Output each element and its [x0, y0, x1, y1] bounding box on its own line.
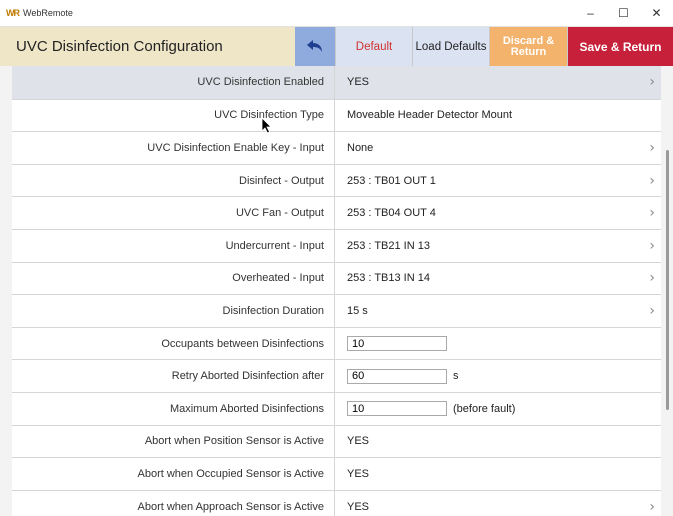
- setting-value-cell: YES: [335, 501, 661, 513]
- setting-value: YES: [347, 435, 370, 448]
- settings-list: UVC Disinfection Enabled YES › UVC Disinfec…: [0, 66, 673, 516]
- window-controls: – ☐ ✕: [574, 0, 673, 26]
- setting-input[interactable]: [347, 368, 447, 384]
- page-header: UVC Disinfection Configuration Default L…: [0, 27, 673, 66]
- settings-row: UVC Disinfection Type Moveable Header Det…: [12, 98, 661, 132]
- settings-row[interactable]: Disinfection Duration 15 s ›: [12, 294, 661, 327]
- settings-row: Maximum Aborted Disinfections (before fau…: [12, 392, 661, 425]
- setting-label: UVC Disinfection Enabled: [197, 76, 324, 89]
- setting-value-cell: YES: [335, 468, 661, 480]
- app-logo: WR: [6, 8, 20, 18]
- setting-value-cell: 253 : TB01 OUT 1: [335, 175, 661, 187]
- settings-row: Abort when Position Sensor is Active YES: [12, 424, 661, 458]
- setting-value-cell: 253 : TB21 IN 13: [335, 240, 661, 252]
- setting-unit: (before fault): [453, 402, 516, 415]
- setting-value-cell: [335, 336, 661, 352]
- settings-row[interactable]: UVC Disinfection Enable Key - Input None ›: [12, 131, 661, 164]
- setting-input[interactable]: [347, 401, 447, 417]
- setting-value: None: [347, 141, 374, 154]
- setting-value: 253 : TB13 IN 14: [347, 272, 430, 285]
- setting-value-cell: 253 : TB04 OUT 4: [335, 207, 661, 219]
- setting-value: YES: [347, 76, 370, 89]
- chevron-right-icon[interactable]: ›: [649, 74, 655, 90]
- setting-unit: s: [453, 370, 459, 383]
- setting-label: UVC Disinfection Enable Key - Input: [147, 141, 324, 154]
- setting-value: Moveable Header Detector Mount: [347, 109, 513, 122]
- settings-row[interactable]: Overheated - Input 253 : TB13 IN 14 ›: [12, 261, 661, 295]
- setting-value-cell: s: [335, 368, 661, 384]
- setting-value: YES: [347, 500, 370, 513]
- maximize-button[interactable]: ☐: [607, 0, 640, 26]
- vertical-scrollbar[interactable]: [666, 150, 669, 410]
- default-button[interactable]: Default: [335, 27, 412, 66]
- settings-row: Occupants between Disinfections: [12, 326, 661, 360]
- setting-value-cell: YES: [335, 435, 661, 447]
- setting-label: Maximum Aborted Disinfections: [169, 402, 324, 415]
- setting-label: Disinfection Duration: [222, 304, 325, 317]
- chevron-right-icon[interactable]: ›: [649, 205, 655, 221]
- setting-value: YES: [347, 467, 370, 480]
- setting-value: 253 : TB21 IN 13: [347, 239, 430, 252]
- settings-row[interactable]: Undercurrent - Input 253 : TB21 IN 13 ›: [12, 229, 661, 262]
- setting-value: 253 : TB04 OUT 4: [347, 207, 436, 220]
- settings-row: Abort when Occupied Sensor is Active YES: [12, 457, 661, 490]
- setting-value-cell: YES: [335, 76, 661, 88]
- chevron-right-icon[interactable]: ›: [649, 238, 655, 254]
- setting-value: 15 s: [347, 304, 368, 317]
- setting-label: Abort when Approach Sensor is Active: [137, 500, 325, 513]
- chevron-right-icon[interactable]: ›: [649, 499, 655, 515]
- discard-return-button[interactable]: Discard & Return: [489, 27, 567, 66]
- minimize-button[interactable]: –: [574, 0, 607, 26]
- settings-row[interactable]: UVC Fan - Output 253 : TB04 OUT 4 ›: [12, 196, 661, 229]
- chevron-right-icon[interactable]: ›: [649, 270, 655, 286]
- setting-label: Abort when Position Sensor is Active: [144, 435, 324, 448]
- close-button[interactable]: ✕: [640, 0, 673, 26]
- setting-value: 253 : TB01 OUT 1: [347, 174, 436, 187]
- window-titlebar: WR WebRemote – ☐ ✕: [0, 0, 673, 27]
- setting-label: Retry Aborted Disinfection after: [171, 370, 324, 383]
- setting-label: Disinfect - Output: [239, 174, 324, 187]
- undo-button[interactable]: [295, 27, 335, 66]
- setting-label: Abort when Occupied Sensor is Active: [137, 467, 324, 480]
- save-return-button[interactable]: Save & Return: [567, 27, 673, 66]
- setting-label: Undercurrent - Input: [225, 239, 324, 252]
- setting-value-cell: None: [335, 142, 661, 154]
- setting-value-cell: Moveable Header Detector Mount: [335, 109, 661, 121]
- settings-row: Retry Aborted Disinfection after s: [12, 359, 661, 392]
- undo-icon: [307, 39, 322, 52]
- setting-input[interactable]: [347, 336, 447, 352]
- setting-label: UVC Disinfection Type: [214, 109, 324, 122]
- setting-label: UVC Fan - Output: [235, 207, 324, 220]
- chevron-right-icon[interactable]: ›: [649, 173, 655, 189]
- settings-row[interactable]: Abort when Approach Sensor is Active YES ›: [12, 489, 661, 516]
- setting-label: Occupants between Disinfections: [161, 337, 324, 350]
- setting-value-cell: (before fault): [335, 401, 661, 417]
- setting-value-cell: 253 : TB13 IN 14: [335, 272, 661, 284]
- settings-row[interactable]: Disinfect - Output 253 : TB01 OUT 1 ›: [12, 163, 661, 197]
- setting-value-cell: 15 s: [335, 305, 661, 317]
- load-defaults-button[interactable]: Load Defaults: [412, 27, 489, 66]
- settings-row[interactable]: UVC Disinfection Enabled YES ›: [12, 66, 661, 99]
- chevron-right-icon[interactable]: ›: [649, 140, 655, 156]
- page-title: UVC Disinfection Configuration: [16, 38, 223, 55]
- window-title: WebRemote: [23, 8, 73, 18]
- setting-label: Overheated - Input: [232, 272, 324, 285]
- chevron-right-icon[interactable]: ›: [649, 303, 655, 319]
- mouse-cursor-icon: [261, 117, 272, 134]
